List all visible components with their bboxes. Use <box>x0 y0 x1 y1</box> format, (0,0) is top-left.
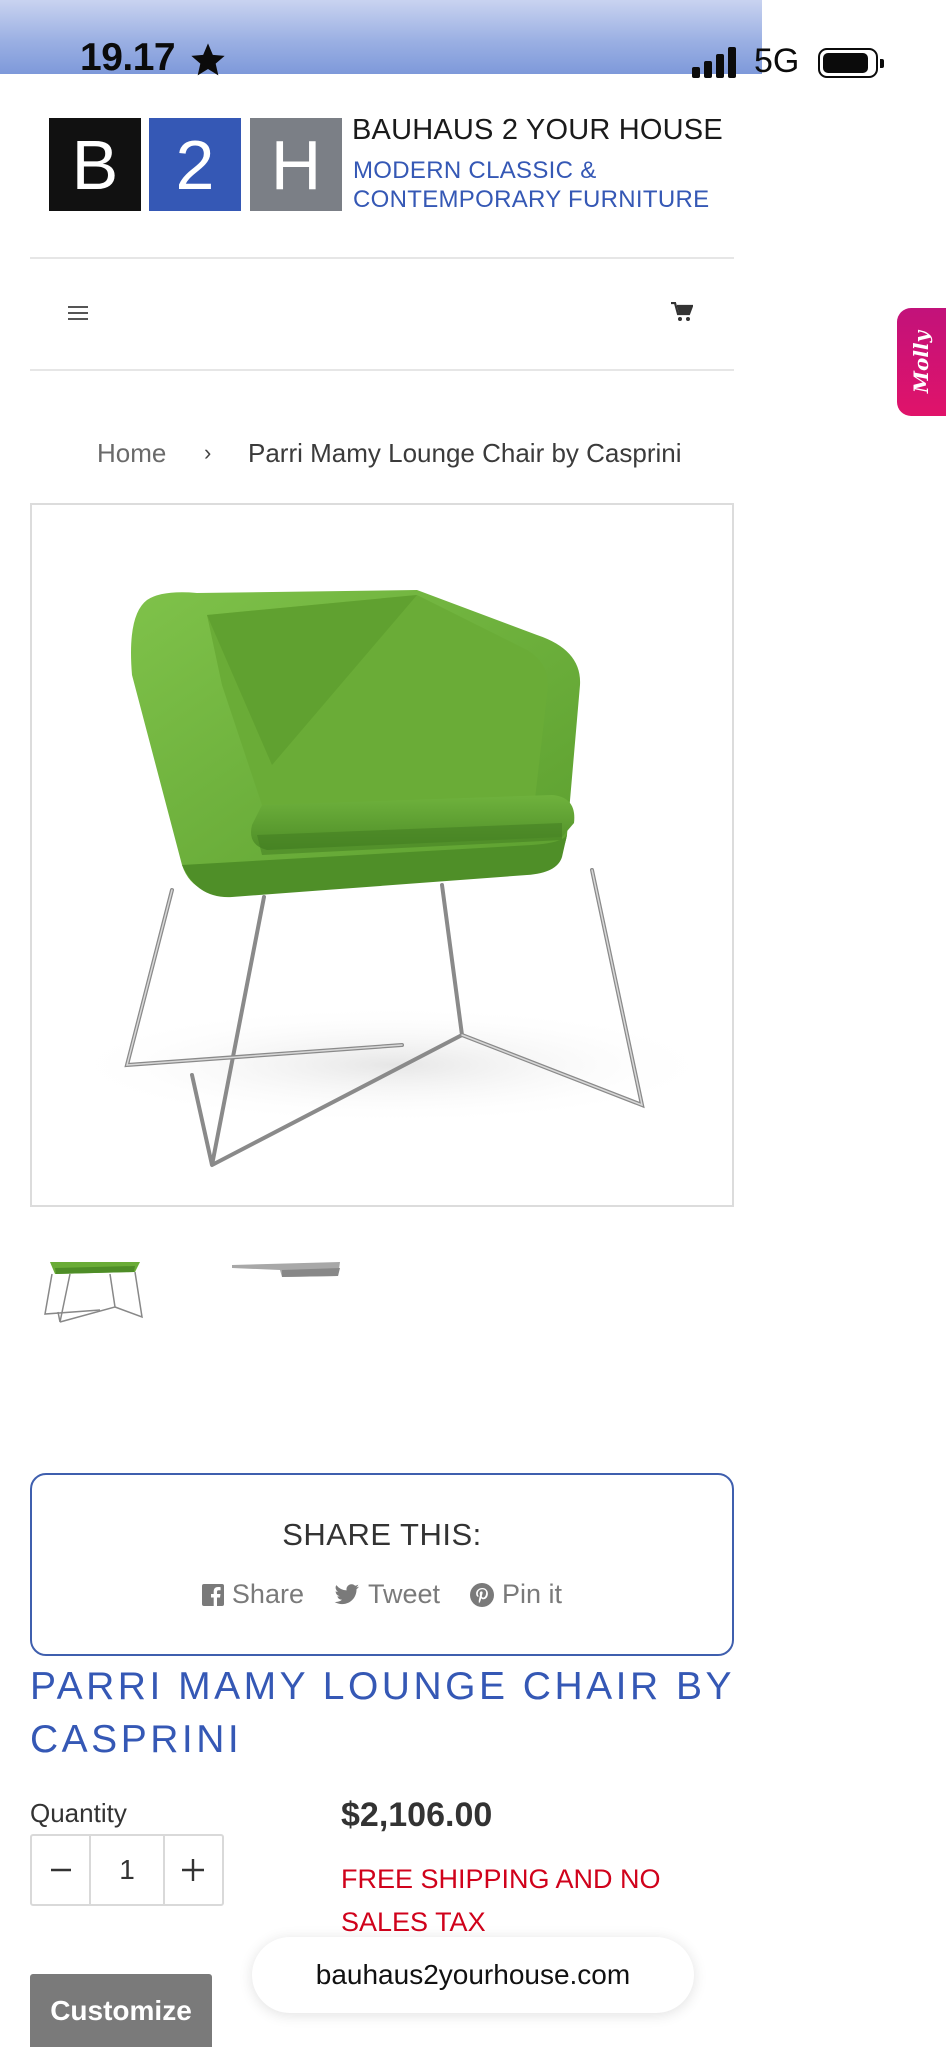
star-icon <box>191 43 225 76</box>
brand-tagline: MODERN CLASSIC & CONTEMPORARY FURNITURE <box>353 156 709 214</box>
quantity-increase-button[interactable] <box>165 1836 222 1904</box>
pinterest-share-link[interactable]: Pin it <box>470 1579 562 1610</box>
breadcrumb-current: Parri Mamy Lounge Chair by Casprini <box>248 438 682 468</box>
breadcrumb-home[interactable]: Home <box>97 438 166 469</box>
twitter-share-label: Tweet <box>367 1579 441 1609</box>
browser-url-text: bauhaus2yourhouse.com <box>315 1959 631 1990</box>
facebook-icon <box>201 1583 224 1606</box>
minus-icon <box>50 1868 71 1872</box>
molly-chat-label: Molly <box>909 330 934 394</box>
tagline-line-1: MODERN CLASSIC & <box>353 157 597 184</box>
pinterest-share-label: Pin it <box>502 1579 563 1609</box>
customize-button[interactable]: Customize <box>30 1974 212 2047</box>
facebook-share-label: Share <box>231 1579 304 1609</box>
share-box: SHARE THIS: Share Tweet Pin it <box>30 1473 734 1656</box>
pinterest-icon <box>470 1582 495 1607</box>
quantity-input[interactable]: 1 <box>89 1836 165 1904</box>
share-title: SHARE THIS: <box>282 1517 482 1552</box>
product-thumbnail-2[interactable] <box>232 1262 340 1280</box>
status-time: 19.17 <box>80 36 176 79</box>
shipping-note: FREE SHIPPING AND NO SALES TAX <box>341 1864 661 1937</box>
brand-name[interactable]: BAUHAUS 2 YOUR HOUSE <box>352 114 723 147</box>
twitter-share-link[interactable]: Tweet <box>334 1579 440 1610</box>
hamburger-menu-icon[interactable] <box>68 306 88 320</box>
product-title: PARRI MAMY LOUNGE CHAIR BY CASPRINI <box>30 1665 735 1761</box>
product-price: $2,106.00 <box>341 1796 493 1834</box>
facebook-share-link[interactable]: Share <box>201 1579 304 1610</box>
quantity-stepper: 1 <box>30 1834 224 1906</box>
cart-icon[interactable] <box>671 302 693 322</box>
tagline-line-2: CONTEMPORARY FURNITURE <box>353 186 710 213</box>
header-divider <box>30 257 734 259</box>
network-label: 5G <box>754 42 800 80</box>
quantity-decrease-button[interactable] <box>32 1836 89 1904</box>
browser-url-bar[interactable]: bauhaus2yourhouse.com <box>252 1937 694 2013</box>
breadcrumb-separator: › <box>204 440 212 465</box>
logo-h[interactable]: H <box>250 118 342 211</box>
nav-divider <box>30 369 734 371</box>
logo-2[interactable]: 2 <box>149 118 241 211</box>
plus-icon <box>182 1859 205 1881</box>
quantity-label: Quantity <box>30 1798 127 1828</box>
signal-icon <box>692 46 738 78</box>
battery-icon <box>818 48 884 78</box>
molly-chat-tab[interactable]: Molly <box>897 308 946 416</box>
product-main-image[interactable] <box>30 503 734 1207</box>
twitter-icon <box>334 1583 359 1604</box>
logo-b[interactable]: B <box>49 118 141 211</box>
product-thumbnail-1[interactable] <box>30 1262 158 1326</box>
